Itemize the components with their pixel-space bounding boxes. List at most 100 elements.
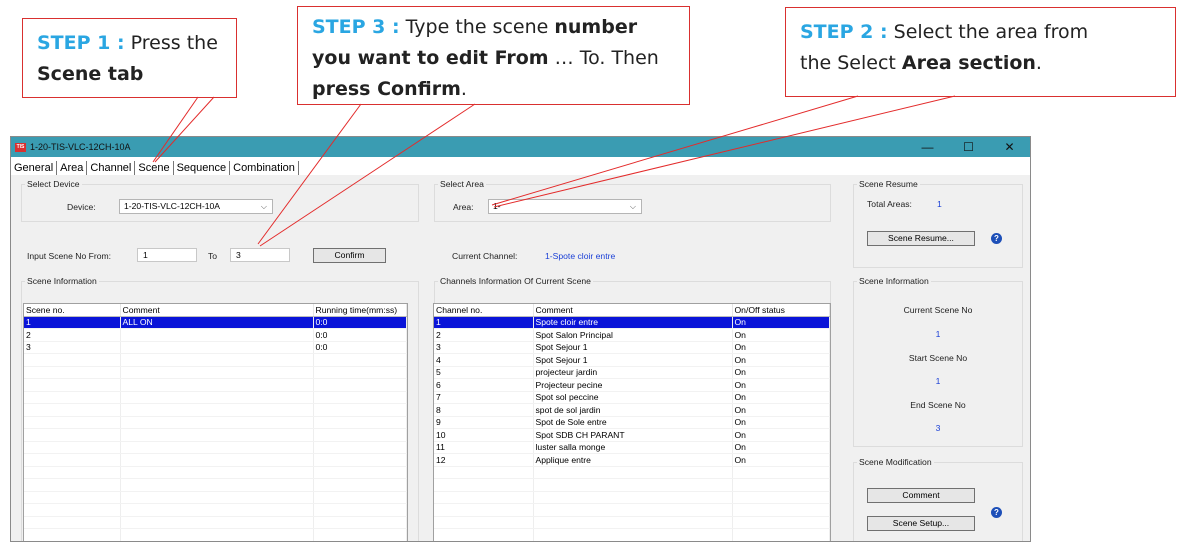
table-row[interactable]: 1 Spote cloir entre On	[434, 316, 830, 329]
callout-step-2-label: STEP 2 :	[800, 21, 888, 43]
table-row[interactable]	[434, 516, 830, 529]
maximize-icon[interactable]: ☐	[948, 140, 989, 154]
device-select[interactable]: 1-20-TIS-VLC-12CH-10A ⌵	[119, 199, 273, 214]
table-row[interactable]	[24, 441, 407, 454]
help-icon[interactable]: ?	[991, 507, 1002, 518]
table-row[interactable]	[434, 478, 830, 492]
title-bar[interactable]: TIS 1-20-TIS-VLC-12CH-10A — ☐ ✕	[11, 137, 1030, 157]
close-icon[interactable]: ✕	[989, 140, 1030, 154]
table-row[interactable]: 2 Spot Salon Principal On	[434, 328, 830, 342]
callout-step-3: STEP 3 : Type the scene number you want …	[297, 6, 690, 105]
table-cell: Spot Sejour 1	[533, 341, 733, 354]
table-row[interactable]	[24, 366, 407, 379]
table-cell	[24, 416, 121, 429]
area-select[interactable]: 1- ⌵	[488, 199, 642, 214]
table-row[interactable]	[24, 503, 407, 517]
table-cell	[120, 466, 314, 479]
table-row[interactable]: 1 ALL ON 0:0	[24, 316, 407, 329]
scene-resume-button[interactable]: Scene Resume...	[867, 231, 975, 246]
table-cell: Projecteur pecine	[533, 378, 733, 392]
table-row[interactable]	[24, 378, 407, 392]
table-cell: 6	[434, 378, 534, 392]
current-channel-value: 1-Spote cloir entre	[545, 251, 616, 261]
table-row[interactable]	[434, 491, 830, 504]
callout-step-1-text: Press the	[130, 32, 218, 54]
table-cell	[24, 528, 121, 541]
table-row[interactable]: 2 0:0	[24, 328, 407, 342]
table-cell: On	[732, 441, 830, 454]
table-row[interactable]	[24, 516, 407, 529]
tab-area[interactable]: Area	[57, 161, 88, 175]
table-row[interactable]: 3 Spot Sejour 1 On	[434, 341, 830, 354]
table-row[interactable]: 11 luster salla monge On	[434, 441, 830, 454]
total-areas-label: Total Areas:	[867, 199, 912, 209]
table-row[interactable]: 7 Spot sol peccine On	[434, 391, 830, 404]
table-row[interactable]: 4 Spot Sejour 1 On	[434, 353, 830, 367]
table-cell: 10	[434, 428, 534, 442]
table-row[interactable]	[24, 416, 407, 429]
help-icon[interactable]: ?	[991, 233, 1002, 244]
table-row[interactable]	[24, 403, 407, 417]
channels-table[interactable]: Channel no. Comment On/Off status 1 Spote…	[433, 303, 831, 541]
scene-resume-group: Scene Resume	[853, 179, 1023, 268]
table-cell	[533, 503, 733, 517]
callout-step-2-text2: the Select	[800, 52, 896, 74]
confirm-button[interactable]: Confirm	[313, 248, 386, 263]
table-row[interactable]: 10 Spot SDB CH PARANT On	[434, 428, 830, 442]
table-row[interactable]	[24, 428, 407, 442]
table-cell: On	[732, 353, 830, 367]
scene-col-no[interactable]: Scene no.	[24, 304, 121, 317]
table-cell	[24, 516, 121, 529]
table-row[interactable]	[24, 466, 407, 479]
scene-from-input[interactable]: 1	[137, 248, 197, 262]
device-label: Device:	[67, 202, 96, 212]
channel-col-no[interactable]: Channel no.	[434, 304, 534, 317]
scene-setup-button[interactable]: Scene Setup...	[867, 516, 975, 531]
table-cell	[732, 478, 830, 492]
table-cell: 3	[24, 341, 121, 354]
table-cell	[120, 416, 314, 429]
table-cell: 2	[434, 328, 534, 342]
scene-col-time[interactable]: Running time(mm:ss)	[313, 304, 407, 317]
end-scene-value: 3	[935, 423, 941, 433]
table-cell	[120, 528, 314, 541]
tab-channel[interactable]: Channel	[87, 161, 136, 175]
table-cell	[24, 453, 121, 467]
table-row[interactable]	[24, 353, 407, 367]
table-row[interactable]	[24, 453, 407, 467]
table-row[interactable]: 12 Applique entre On	[434, 453, 830, 467]
table-row[interactable]	[24, 478, 407, 492]
scene-to-input[interactable]: 3	[230, 248, 290, 262]
channel-col-status[interactable]: On/Off status	[732, 304, 830, 317]
scene-col-comment[interactable]: Comment	[120, 304, 314, 317]
channels-information-title: Channels Information Of Current Scene	[438, 276, 593, 286]
minimize-icon[interactable]: —	[907, 140, 948, 154]
callout-step-2-bold: Area section	[901, 52, 1036, 74]
table-cell	[732, 503, 830, 517]
table-row[interactable]	[24, 391, 407, 404]
table-row[interactable]	[434, 466, 830, 479]
table-cell: 3	[434, 341, 534, 354]
table-row[interactable]	[24, 528, 407, 541]
table-row[interactable]: 5 projecteur jardin On	[434, 366, 830, 379]
table-row[interactable]: 9 Spot de Sole entre On	[434, 416, 830, 429]
tab-scene[interactable]: Scene	[135, 161, 174, 175]
table-row[interactable]	[434, 528, 830, 541]
table-row[interactable]: 8 spot de sol jardin On	[434, 403, 830, 417]
table-row[interactable]	[434, 503, 830, 517]
app-logo-icon: TIS	[15, 142, 26, 152]
table-cell	[313, 491, 407, 504]
tab-sequence[interactable]: Sequence	[174, 161, 231, 175]
table-cell	[120, 328, 314, 342]
table-row[interactable]	[24, 491, 407, 504]
channel-col-comment[interactable]: Comment	[533, 304, 733, 317]
comment-button[interactable]: Comment	[867, 488, 975, 503]
table-row[interactable]: 3 0:0	[24, 341, 407, 354]
scene-table[interactable]: Scene no. Comment Running time(mm:ss) 1A…	[23, 303, 408, 541]
callout-step-3-text2: … To. Then	[554, 47, 659, 69]
tab-general[interactable]: General	[11, 161, 58, 175]
table-cell	[120, 503, 314, 517]
tab-combination[interactable]: Combination	[230, 161, 299, 175]
table-cell	[313, 366, 407, 379]
table-row[interactable]: 6 Projecteur pecine On	[434, 378, 830, 392]
